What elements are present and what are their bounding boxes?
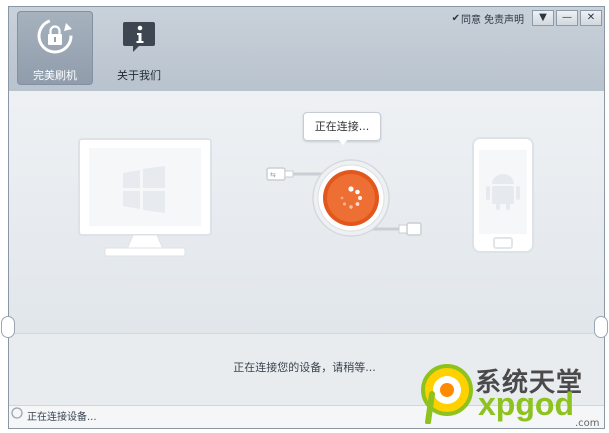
info-icon — [123, 22, 155, 52]
status-spinner-icon — [11, 407, 23, 419]
nav-tab-perfect-flash[interactable]: 完美刷机 — [17, 11, 93, 85]
nav-tab-about-us[interactable]: 关于我们 — [101, 11, 177, 85]
connecting-spinner-button — [312, 159, 390, 237]
monitor-illustration — [78, 138, 212, 257]
right-scroll-handle[interactable] — [594, 316, 608, 338]
connecting-bubble: 正在连接... — [303, 112, 381, 141]
close-button[interactable]: ✕ — [580, 10, 602, 26]
disclaimer-link[interactable]: 免责声明 — [484, 11, 524, 26]
checkmark-icon: ✔ — [451, 12, 460, 24]
status-text: 正在连接设备... — [27, 412, 97, 423]
xpgod-logo-icon — [421, 364, 473, 424]
agree-checkbox[interactable]: ✔ 同意 免责声明 — [452, 11, 524, 26]
header: 完美刷机 关于我们 ✔ 同意 免责声明 ▼ — ✕ — [9, 7, 604, 91]
agree-label: 同意 — [461, 14, 481, 26]
left-scroll-handle[interactable] — [1, 316, 15, 338]
bubble-tail — [337, 138, 349, 145]
nav-tab-label: 关于我们 — [117, 69, 161, 82]
watermark-brand-en: xpgod — [478, 386, 574, 422]
svg-text:⇆: ⇆ — [270, 171, 276, 179]
minimize-button[interactable]: — — [556, 10, 578, 26]
menu-button[interactable]: ▼ — [532, 10, 554, 26]
title-controls: ✔ 同意 免责声明 ▼ — ✕ — [452, 9, 602, 27]
nav-tab-label: 完美刷机 — [33, 69, 77, 82]
refresh-lock-icon — [37, 18, 73, 54]
watermark-suffix: .com — [575, 418, 600, 429]
phone-illustration — [472, 137, 534, 253]
